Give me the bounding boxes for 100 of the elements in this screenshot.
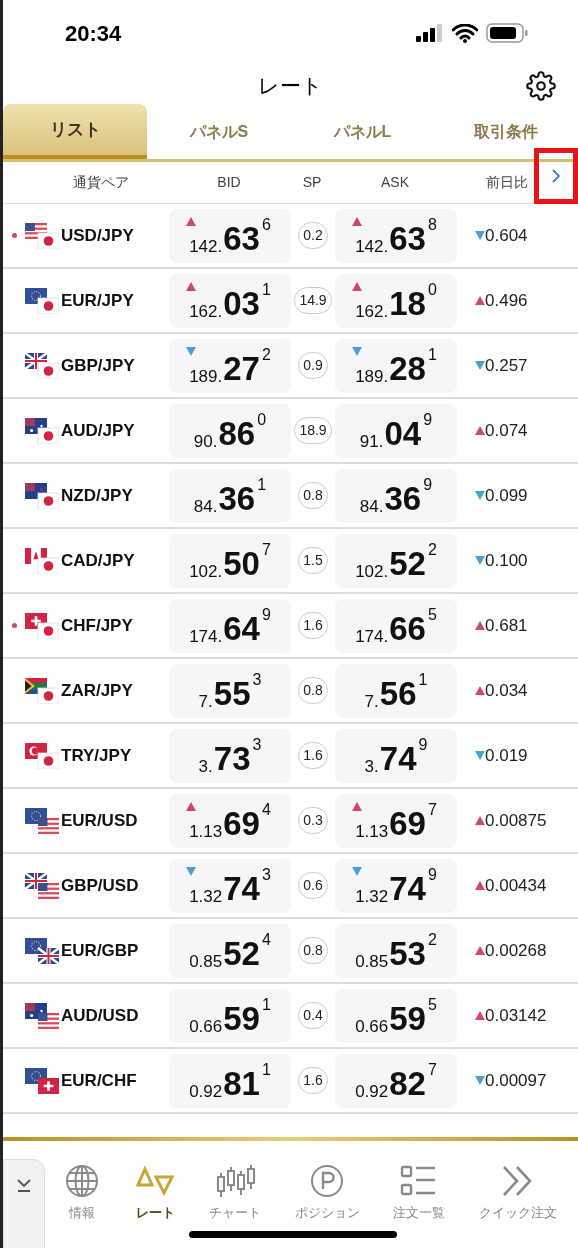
price-prefix: 189. (189, 367, 223, 385)
column-header: BID (216, 173, 242, 192)
price-main: 82 (389, 1066, 426, 1100)
column-header: SP (301, 173, 323, 192)
column-header: 通貨ペア (71, 173, 130, 192)
down-triangle-icon (352, 346, 362, 356)
price-main: 59 (223, 1001, 260, 1035)
currency-pair[interactable]: EUR/GBP (61, 937, 139, 964)
price-prefix: 90. (193, 432, 218, 450)
price-last-digit: 7 (427, 1061, 437, 1078)
price-main: 50 (223, 546, 260, 580)
price-last-digit: 1 (257, 476, 267, 493)
price-prefix: 142. (355, 237, 389, 255)
price-last-digit: 2 (427, 931, 437, 948)
spread-value: 18.9 (294, 417, 332, 444)
currency-pair[interactable]: TRY/JPY (61, 742, 132, 769)
price-main: 59 (389, 1001, 426, 1035)
currency-pair[interactable]: EUR/CHF (61, 1067, 137, 1094)
tab[interactable]: リスト (3, 104, 147, 159)
price-main: 64 (223, 611, 260, 645)
change-value: 0.019 (485, 744, 528, 767)
price-prefix: 162. (189, 302, 223, 320)
price-last-digit: 9 (261, 606, 271, 623)
nav-item[interactable]: 注文一覧 (393, 1163, 446, 1223)
nav-item[interactable]: クイック注文 (479, 1163, 558, 1223)
price-last-digit: 0 (427, 281, 437, 298)
price-last-digit: 3 (252, 671, 262, 688)
price-main: 73 (213, 741, 251, 775)
status-time: 20:34 (65, 19, 122, 48)
price-main: 55 (213, 676, 251, 710)
price-main: 63 (389, 221, 426, 255)
price-main: 18 (389, 286, 426, 320)
price-last-digit: 9 (418, 736, 428, 753)
price-prefix: 3. (364, 757, 379, 775)
price-last-digit: 9 (423, 411, 433, 428)
candlestick-icon (215, 1163, 256, 1199)
price-last-digit: 7 (261, 541, 271, 558)
price-main: 74 (389, 871, 426, 905)
down-triangle-icon (186, 866, 196, 876)
tab[interactable]: パネルL (290, 104, 435, 159)
currency-pair[interactable]: USD/JPY (61, 222, 134, 249)
price-prefix: 0.66 (189, 1017, 223, 1035)
price-prefix: 1.13 (189, 822, 223, 840)
price-last-digit: 5 (427, 996, 437, 1013)
up-triangle-icon (352, 216, 362, 226)
price-prefix: 142. (189, 237, 223, 255)
change-value: 0.03142 (485, 1004, 547, 1027)
price-last-digit: 2 (261, 346, 271, 363)
price-last-digit: 1 (261, 281, 271, 298)
price-main: 74 (379, 741, 417, 775)
price-prefix: 84. (193, 497, 218, 515)
currency-pair[interactable]: NZD/JPY (61, 482, 133, 509)
up-triangle-icon (186, 801, 196, 811)
price-last-digit: 3 (261, 866, 271, 883)
currency-pair[interactable]: CHF/JPY (61, 612, 133, 639)
price-last-digit: 1 (261, 996, 271, 1013)
page-title: レート (258, 73, 323, 100)
price-last-digit: 9 (423, 476, 433, 493)
price-main: 36 (218, 481, 256, 515)
currency-pair[interactable]: AUD/USD (61, 1002, 139, 1029)
change-value: 0.074 (485, 419, 528, 442)
tab[interactable]: パネルS (147, 104, 291, 159)
settings-button[interactable] (526, 71, 556, 101)
price-prefix: 84. (359, 497, 384, 515)
currency-pair[interactable]: GBP/USD (61, 872, 139, 899)
price-prefix: 1.32 (355, 887, 389, 905)
currency-pair[interactable]: GBP/JPY (61, 352, 135, 379)
price-main: 86 (218, 416, 256, 450)
currency-pair[interactable]: EUR/JPY (61, 287, 134, 314)
price-prefix: 7. (364, 692, 379, 710)
up-triangle-icon (186, 216, 196, 226)
next-columns-button[interactable] (534, 148, 578, 204)
price-last-digit: 0 (257, 411, 267, 428)
price-last-digit: 2 (427, 541, 437, 558)
wifi-icon (452, 23, 478, 43)
change-value: 0.604 (485, 224, 528, 247)
currency-pair[interactable]: AUD/JPY (61, 417, 135, 444)
currency-pair[interactable]: ZAR/JPY (61, 677, 133, 704)
nav-item[interactable]: 情報 (61, 1163, 102, 1223)
change-value: 0.257 (485, 354, 528, 377)
price-main: 03 (223, 286, 260, 320)
currency-pair[interactable]: CAD/JPY (61, 547, 135, 574)
price-main: 69 (223, 806, 260, 840)
price-last-digit: 9 (427, 866, 437, 883)
collapse-icon (15, 1176, 33, 1194)
price-main: 27 (223, 351, 260, 385)
change-value: 0.681 (485, 614, 528, 637)
price-prefix: 0.66 (355, 1017, 389, 1035)
nav-item[interactable]: ポジション (294, 1163, 360, 1223)
nav-item[interactable]: レート (135, 1163, 176, 1223)
price-main: 81 (223, 1066, 260, 1100)
change-value: 0.00268 (485, 939, 547, 962)
up-triangle-icon (186, 281, 196, 291)
price-last-digit: 5 (427, 606, 437, 623)
change-value: 0.100 (485, 549, 528, 572)
price-main: 52 (223, 936, 260, 970)
tab[interactable]: 取引条件 (434, 104, 578, 159)
price-prefix: 1.13 (355, 822, 389, 840)
nav-item[interactable]: チャート (209, 1163, 262, 1223)
currency-pair[interactable]: EUR/USD (61, 807, 138, 834)
